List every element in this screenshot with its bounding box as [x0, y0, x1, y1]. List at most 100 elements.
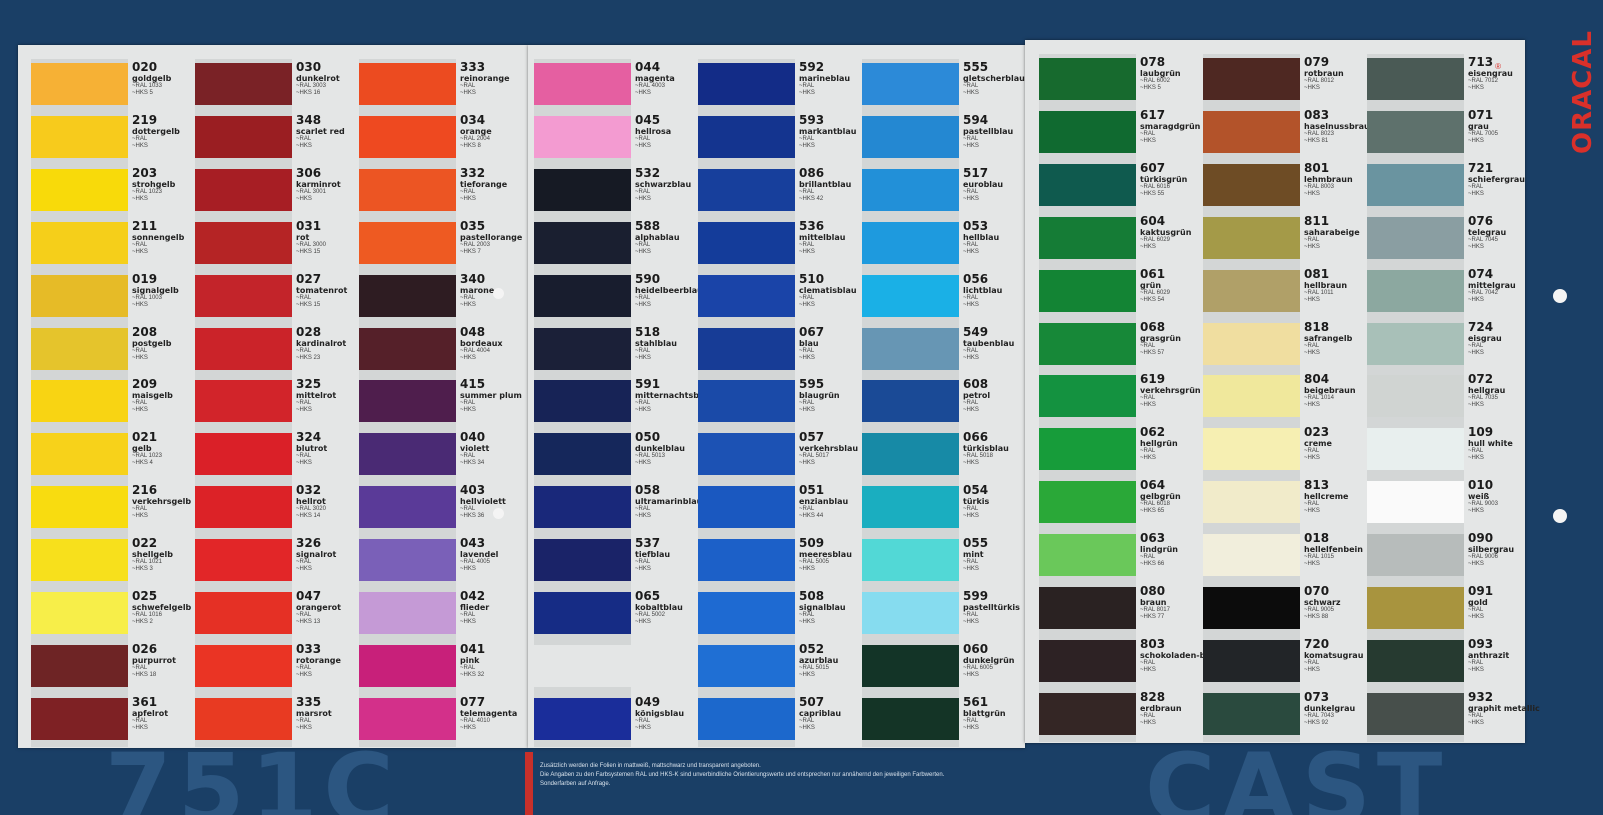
swatch-code: 040 [460, 430, 486, 445]
color-chip [195, 168, 292, 211]
punch-hole [493, 508, 504, 519]
swatch-name: laubgrün [1140, 69, 1181, 78]
swatch-hks: ~HKS [963, 460, 979, 467]
swatch-ral: ~RAL 7005 [1468, 130, 1498, 137]
swatch-ral: ~RAL 1011 [1304, 289, 1334, 296]
swatch-ral: ~RAL [635, 135, 651, 142]
swatch-code: 608 [963, 377, 989, 392]
swatch-hks: ~HKS [1304, 243, 1320, 250]
swatch-label: 510 clematisblau ~RAL ~HKS [799, 272, 857, 309]
color-sheet-3: ® 078 laubgrün ~RAL 6002 ~HKS 5 617 smaragdgr… [1025, 40, 1540, 743]
swatch-code: 208 [132, 324, 158, 339]
swatch-code: 326 [296, 536, 322, 551]
swatch-ral: ~RAL 4003 [635, 83, 665, 89]
swatch-hks: ~HKS [799, 90, 815, 96]
swatch-code: 599 [963, 589, 989, 603]
swatch-label: 055 mint ~RAL ~HKS [963, 537, 988, 573]
color-chip [1039, 587, 1136, 629]
swatch-code: 074 [1468, 266, 1494, 281]
swatch-label: 033 rotorange ~RAL ~HKS [296, 642, 341, 679]
swatch-code: 022 [132, 536, 158, 551]
color-chip [862, 539, 959, 582]
swatch-label: 813 hellcreme ~RAL ~HKS [1304, 479, 1348, 515]
swatch-label: 536 mittelblau ~RAL ~HKS [799, 219, 845, 256]
swatch-ral: ~RAL [635, 717, 651, 724]
swatch-ral: ~RAL [1304, 448, 1320, 455]
swatch-name: türkisblau [963, 444, 1009, 454]
swatch-code: 813 [1304, 478, 1330, 493]
swatch-label: 595 blaugrün ~RAL ~HKS [799, 378, 840, 414]
swatch-hks: ~HKS [460, 724, 476, 731]
color-chip [1367, 269, 1464, 312]
color-chip [195, 327, 292, 370]
swatch-label: 051 enzianblau ~RAL ~HKS 44 [799, 484, 848, 520]
color-chip [534, 486, 631, 529]
swatch-hks: ~HKS 66 [1140, 561, 1165, 568]
swatch-ral: ~RAL [1468, 607, 1484, 613]
swatch-hks: ~HKS [1304, 190, 1320, 197]
swatch-code: 828 [1140, 689, 1166, 704]
color-chip [1203, 216, 1300, 259]
color-chip [862, 433, 959, 476]
swatch-code: 047 [296, 589, 322, 603]
swatch-name: kaktusgrün [1140, 227, 1192, 237]
swatch-label: 020 goldgelb ~RAL 1033 ~HKS 5 [132, 61, 171, 97]
swatch-ral: ~RAL 7045 [1468, 236, 1498, 243]
swatch-ral: ~RAL 6005 [963, 664, 993, 671]
swatch-label: 594 pastellblau ~RAL ~HKS [963, 113, 1013, 150]
swatch-name: blutrot [296, 444, 328, 454]
punch-hole [493, 288, 504, 299]
swatch-hks: ~HKS [460, 566, 476, 573]
color-chip [1203, 58, 1300, 100]
swatch-code: 216 [132, 483, 158, 498]
swatch-name: braun [1140, 598, 1167, 607]
color-chip [31, 221, 128, 264]
swatch-hks: ~HKS [1468, 455, 1484, 462]
swatch-code: 062 [1140, 425, 1166, 440]
swatch-label: 532 schwarzblau ~RAL ~HKS [635, 166, 691, 203]
swatch-ral: ~RAL [296, 664, 312, 671]
swatch-code: 035 [460, 218, 486, 233]
swatch-code: 032 [296, 483, 322, 498]
swatch-label: 818 safrangelb ~RAL ~HKS [1304, 320, 1352, 357]
swatch-code: 607 [1140, 160, 1166, 175]
swatch-name: enzianblau [799, 497, 849, 507]
swatch-code: 068 [1140, 319, 1166, 334]
swatch-code: 026 [132, 641, 158, 656]
swatch-label: 208 postgelb ~RAL ~HKS [132, 324, 171, 362]
swatch-ral: ~RAL 3001 [296, 188, 326, 195]
color-chip [1203, 428, 1300, 471]
swatch-label: 507 capriblau ~RAL ~HKS [799, 695, 841, 732]
swatch-hks: ~HKS [799, 619, 815, 625]
swatch-name: dunkelgrün [963, 655, 1015, 665]
swatch-label: 604 kaktusgrün ~RAL 6029 ~HKS [1140, 214, 1192, 251]
swatch-hks: ~HKS [132, 142, 148, 149]
color-chip [359, 274, 456, 317]
color-chip [31, 644, 128, 687]
swatch-code: 031 [296, 218, 322, 233]
swatch-name: signalgelb [132, 285, 179, 295]
swatch-name: dottergelb [132, 126, 180, 136]
swatch-ral: ~RAL 1015 [1304, 554, 1334, 561]
swatch-name: gletscherblau [963, 74, 1025, 83]
swatch-label: 713 eisengrau ~RAL 7012 ~HKS [1468, 56, 1513, 92]
swatch-hks: ~HKS [1468, 190, 1484, 197]
swatch-label: 617 smaragdgrün ~RAL ~HKS [1140, 108, 1200, 145]
swatch-code: 042 [460, 589, 486, 603]
swatch-name: tieforange [460, 179, 508, 189]
swatch-name: pink [460, 655, 480, 665]
footer-note: Zusätzlich werden die Folien in mattweiß… [540, 762, 1010, 789]
swatch-name: purpurrot [132, 655, 176, 665]
swatch-ral: ~RAL 2003 [460, 241, 490, 248]
swatch-label: 078 laubgrün ~RAL 6002 ~HKS 5 [1140, 56, 1181, 92]
swatch-hks: ~HKS [1468, 296, 1484, 303]
swatch-name: stahlblau [635, 338, 677, 348]
swatch-label: 066 türkisblau ~RAL 5018 ~HKS [963, 431, 1009, 467]
swatch-ral: ~RAL [1304, 501, 1320, 508]
swatch-hks: ~HKS 5 [132, 90, 153, 96]
swatch-hks: ~HKS [1304, 402, 1320, 409]
swatch-ral: ~RAL [799, 400, 815, 407]
swatch-code: 055 [963, 536, 989, 551]
color-chip [1367, 110, 1464, 153]
color-chip [195, 115, 292, 158]
